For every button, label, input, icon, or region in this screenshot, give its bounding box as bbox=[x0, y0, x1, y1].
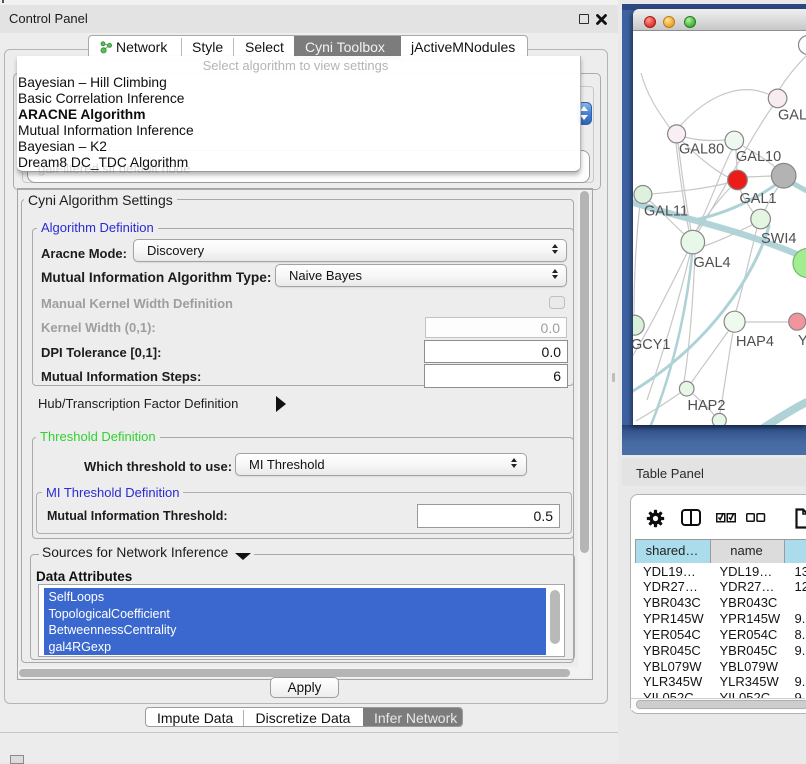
svg-text:GAL4: GAL4 bbox=[694, 255, 731, 271]
svg-text:GAL2: GAL2 bbox=[778, 108, 806, 124]
svg-text:GAL1: GAL1 bbox=[740, 191, 777, 207]
svg-text:HAP2: HAP2 bbox=[688, 398, 726, 414]
svg-text:GCY1: GCY1 bbox=[633, 337, 671, 353]
svg-text:GAL11: GAL11 bbox=[644, 204, 688, 220]
svg-text:YEL: YEL bbox=[798, 333, 806, 349]
svg-text:SWI4: SWI4 bbox=[761, 231, 796, 247]
svg-text:GAL10: GAL10 bbox=[736, 149, 781, 165]
svg-text:GAL80: GAL80 bbox=[679, 142, 724, 158]
svg-text:HAP4: HAP4 bbox=[736, 334, 774, 350]
